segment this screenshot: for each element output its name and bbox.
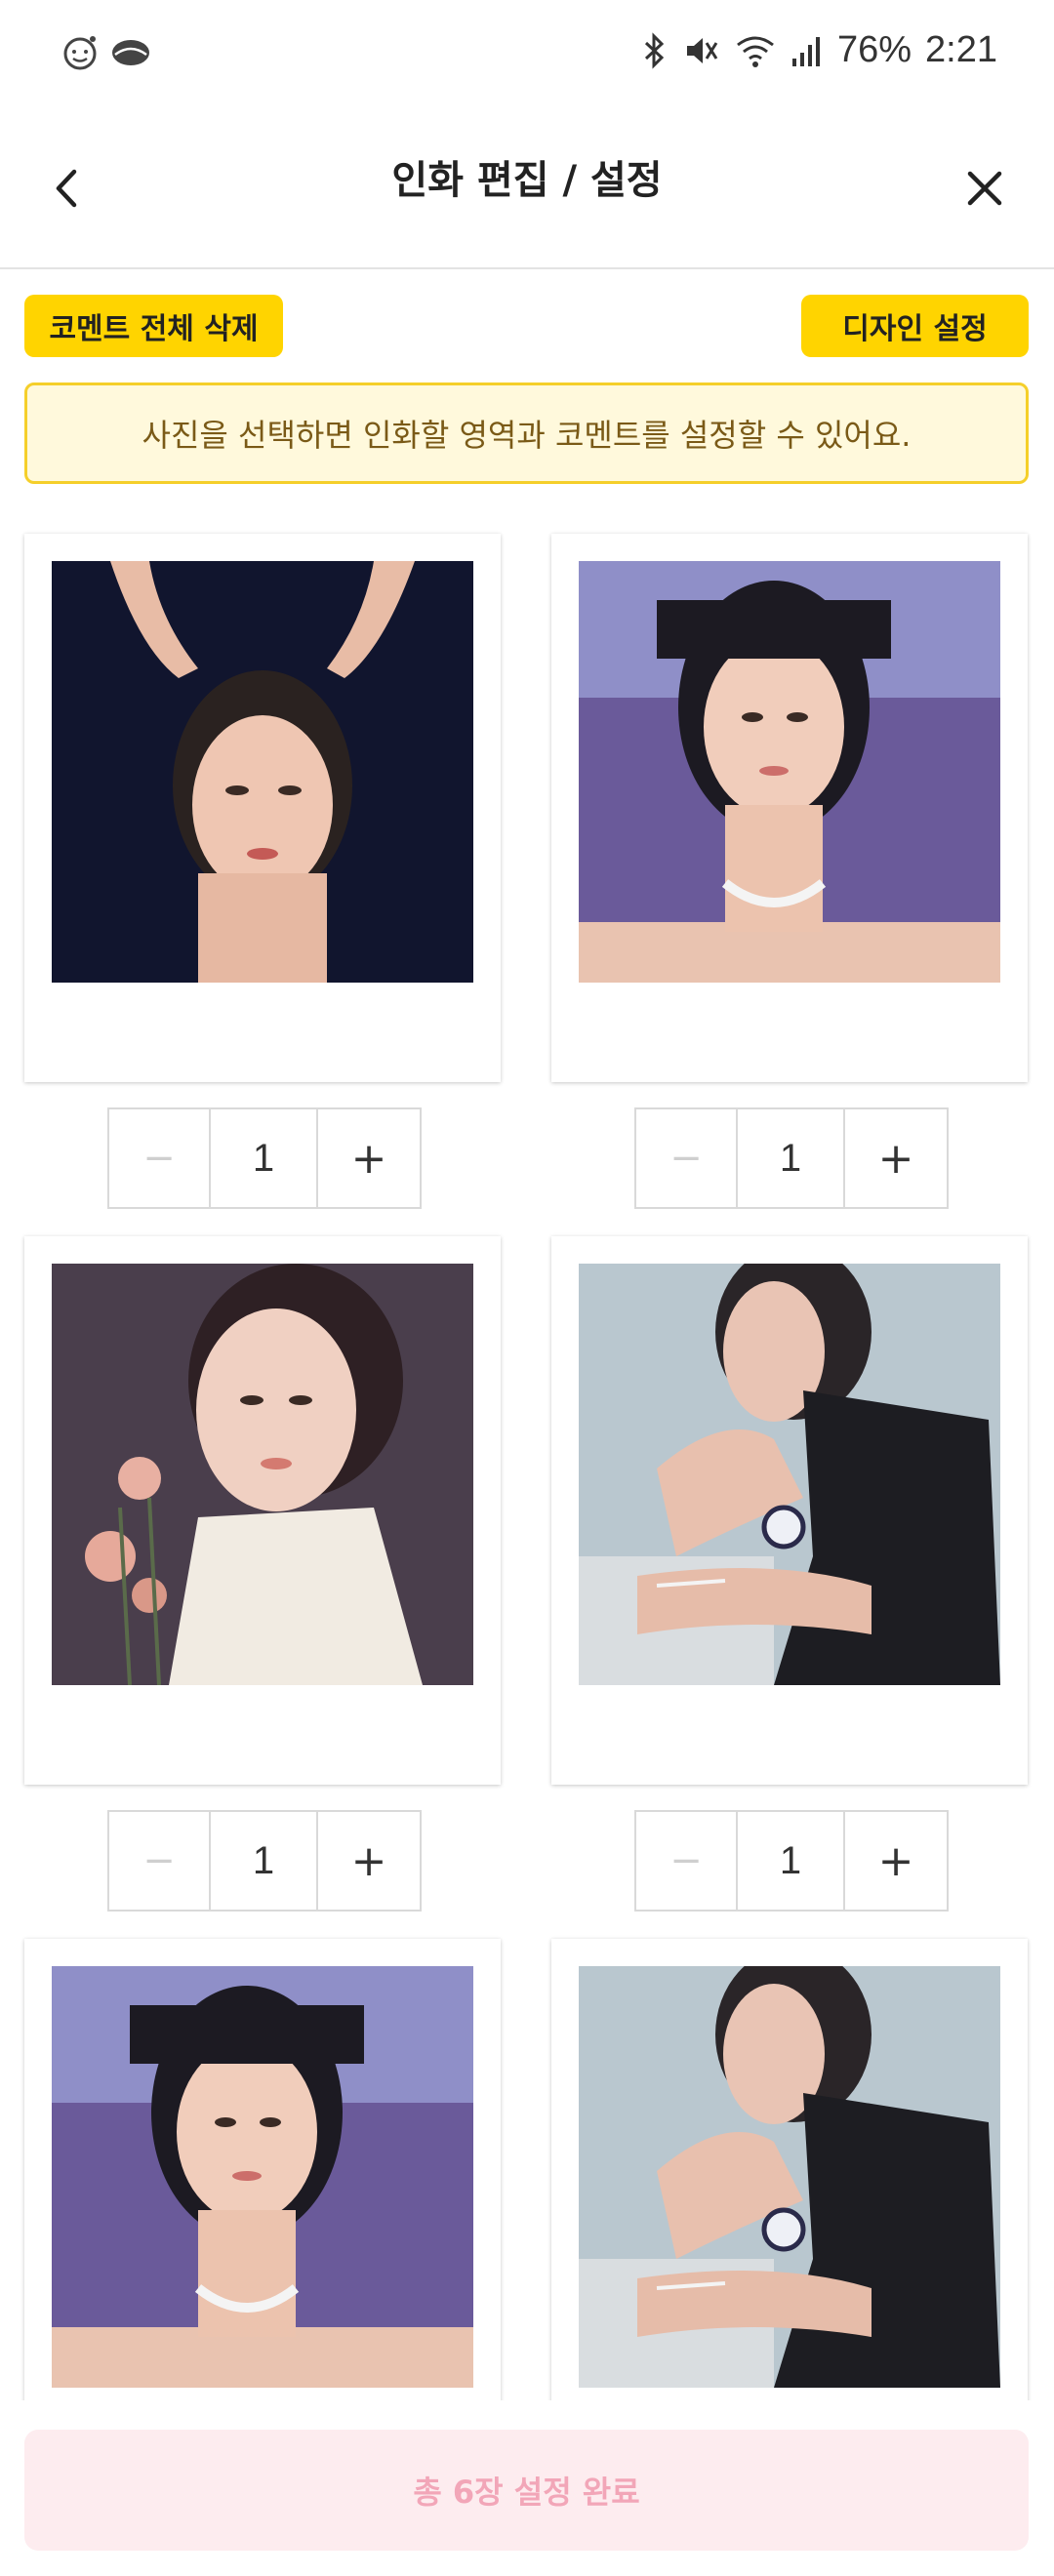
- portrait-image: [52, 561, 473, 983]
- signal-icon: [791, 36, 820, 66]
- status-right: 76% 2:21: [640, 29, 997, 71]
- notice-banner: 사진을 선택하면 인화할 영역과 코멘트를 설정할 수 있어요.: [24, 382, 1029, 484]
- portrait-image: [52, 1264, 473, 1685]
- photo-thumbnail[interactable]: [579, 1264, 1000, 1685]
- quantity-stepper: − 1 +: [107, 1107, 422, 1209]
- photo-thumbnail[interactable]: [52, 1264, 473, 1685]
- decrease-button[interactable]: −: [109, 1109, 211, 1207]
- quantity-stepper: − 1 +: [107, 1810, 422, 1912]
- app-header: 인화 편집 / 설정: [0, 115, 1054, 269]
- increase-button[interactable]: +: [318, 1109, 420, 1207]
- decrease-button[interactable]: −: [109, 1812, 211, 1910]
- status-bar: 76% 2:21: [0, 0, 1054, 115]
- clock: 2:21: [925, 29, 997, 70]
- decrease-button[interactable]: −: [636, 1109, 738, 1207]
- photo-thumbnail[interactable]: [52, 1966, 473, 2388]
- bluetooth-icon: [644, 31, 665, 69]
- mute-icon: [686, 37, 718, 63]
- increase-button[interactable]: +: [318, 1812, 420, 1910]
- quantity-value: 1: [211, 1109, 318, 1207]
- quantity-value: 1: [738, 1812, 845, 1910]
- quantity-value: 1: [738, 1109, 845, 1207]
- page-title: 인화 편집 / 설정: [391, 158, 663, 203]
- portrait-image: [579, 1264, 1000, 1685]
- photo-card[interactable]: [24, 534, 501, 1082]
- status-left-icons: [61, 33, 152, 72]
- photo-card[interactable]: [24, 1236, 501, 1785]
- photo-card[interactable]: [551, 1236, 1028, 1785]
- portrait-image: [579, 1966, 1000, 2388]
- complete-button[interactable]: 총 6장 설정 완료: [24, 2430, 1029, 2551]
- quantity-stepper: − 1 +: [634, 1810, 949, 1912]
- portrait-image: [579, 561, 1000, 983]
- battery-percent: 76%: [836, 29, 912, 70]
- shell-icon: [112, 40, 149, 65]
- increase-button[interactable]: +: [845, 1812, 947, 1910]
- quantity-stepper: − 1 +: [634, 1107, 949, 1209]
- quantity-value: 1: [211, 1812, 318, 1910]
- close-button[interactable]: [951, 154, 1019, 222]
- photo-thumbnail[interactable]: [579, 561, 1000, 983]
- photo-thumbnail[interactable]: [579, 1966, 1000, 2388]
- face-icon: [63, 36, 97, 70]
- increase-button[interactable]: +: [845, 1109, 947, 1207]
- photo-card[interactable]: [551, 534, 1028, 1082]
- wifi-icon: [737, 36, 774, 67]
- decrease-button[interactable]: −: [636, 1812, 738, 1910]
- photo-thumbnail[interactable]: [52, 561, 473, 983]
- close-icon: [967, 171, 1002, 206]
- portrait-image: [52, 1966, 473, 2388]
- delete-all-comments-button[interactable]: 코멘트 전체 삭제: [24, 295, 283, 357]
- design-settings-button[interactable]: 디자인 설정: [801, 295, 1029, 357]
